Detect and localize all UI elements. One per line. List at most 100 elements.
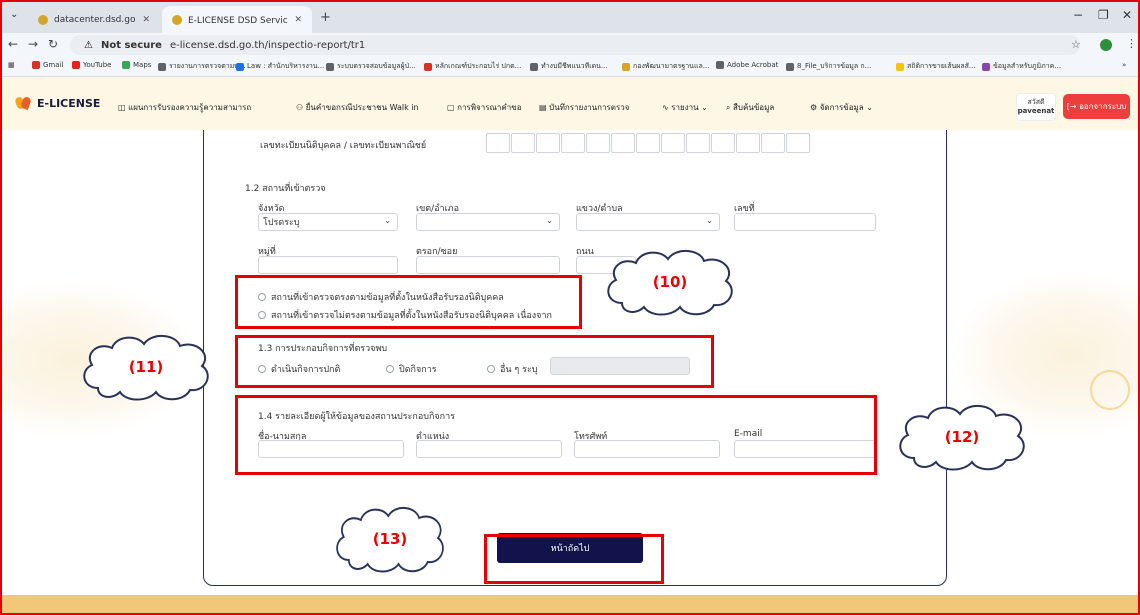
logout-icon: [→ [1066, 102, 1080, 111]
bookmark-star-icon[interactable]: ☆ [1071, 38, 1081, 51]
reg-digit-box[interactable] [786, 133, 810, 153]
browser-tab-datacenter[interactable]: datacenter.dsd.go.th | ✕ [28, 6, 160, 33]
chevron-down-icon: ⌄ [706, 216, 713, 225]
menu-reports[interactable]: ∿ รายงาน ⌄ [662, 101, 708, 114]
menu-walk-in[interactable]: ⚇ ยื่นคำขอกรณีประชาชน Walk in [296, 101, 419, 114]
reg-digit-box[interactable] [761, 133, 785, 153]
bookmark-icon [622, 62, 630, 71]
browser-menu-icon[interactable]: ⋮ [1126, 37, 1137, 50]
province-select[interactable]: โปรดระบุ ⌄ [258, 213, 398, 231]
reg-digit-box[interactable] [611, 133, 635, 153]
logout-button[interactable]: [→ ออกจากระบบ [1063, 94, 1130, 119]
bookmark-icon [982, 62, 990, 71]
moo-input[interactable] [258, 256, 398, 274]
bookmark-item[interactable]: รายงานการตรวจตามพ... [158, 61, 246, 72]
app-nav-bar: E-LICENSE ◫ แผนการรับรองความรู้ความสามาร… [0, 77, 1140, 130]
bookmark-adobe[interactable]: Adobe Acrobat [716, 61, 778, 69]
callout-cloud-10: (10) [600, 245, 740, 319]
callout-cloud-11: (11) [76, 330, 216, 404]
bookmark-item[interactable]: สถิติการขายเส้นผลสั... [896, 61, 976, 72]
main-content: เลขทะเบียนนิติบุคคล / เลขทะเบียนพาณิชย์ … [0, 130, 1140, 615]
gmail-icon [32, 61, 40, 69]
globe-icon [786, 62, 794, 71]
not-secure-label: Not secure [100, 39, 162, 51]
bookmark-item[interactable]: Law : สำนักบริหารงาน... [236, 61, 324, 72]
profile-avatar[interactable] [1100, 39, 1112, 51]
tab-title: E-LICENSE DSD Service - ระบบใ [188, 15, 288, 26]
user-name: paveenat [1017, 107, 1055, 115]
maximize-icon[interactable]: ❐ [1098, 8, 1109, 22]
highlight-box-12 [235, 395, 877, 475]
menu-consider[interactable]: ▢ การพิจารณาคำขอ [447, 101, 522, 114]
reg-digit-box[interactable] [711, 133, 735, 153]
subdistrict-select[interactable]: ⌄ [576, 213, 720, 231]
user-badge[interactable]: สวัสดี paveenat [1016, 93, 1056, 121]
reload-icon[interactable]: ↻ [48, 37, 58, 51]
chevron-down-icon: ⌄ [384, 216, 391, 225]
bookmark-icon [424, 62, 432, 71]
callout-label: (10) [652, 273, 688, 291]
address-bar-row: ← → ↻ ⚠ Not secure e-license.dsd.go.th/i… [0, 33, 1140, 57]
browser-tab-elicense[interactable]: E-LICENSE DSD Service - ระบบใ ✕ [162, 6, 312, 33]
number-input[interactable] [734, 213, 876, 231]
tab-search-icon[interactable]: ⌄ [10, 9, 18, 20]
bookmark-item[interactable]: ทำงบมีชีพแนวทีเดน... [530, 61, 608, 72]
soi-input[interactable] [416, 256, 560, 274]
close-window-icon[interactable]: ✕ [1122, 8, 1132, 22]
bookmark-item[interactable]: 8_File_บริการข้อมูล ก... [786, 61, 871, 72]
reg-digit-box[interactable] [561, 133, 585, 153]
bookmark-icon [896, 62, 904, 71]
user-greeting: สวัสดี [1027, 98, 1045, 106]
highlight-box-11 [235, 335, 714, 388]
new-tab-button[interactable]: + [320, 10, 331, 25]
menu-manage-data[interactable]: ⚙ จัดการข้อมูล ⌄ [810, 101, 873, 114]
document-icon: ▤ [539, 103, 550, 112]
globe-icon [530, 62, 538, 71]
user-plus-icon: ⚇ [296, 103, 306, 112]
reg-digit-box[interactable] [636, 133, 660, 153]
warning-icon: ⚠ [84, 39, 93, 51]
bookmark-item[interactable]: ระบบตรวจสอบข้อมูลผู้ป่... [326, 61, 416, 72]
favicon-icon [172, 14, 182, 25]
bookmark-youtube[interactable]: YouTube [72, 61, 111, 69]
bookmark-item[interactable]: กองพัฒนามาตรฐานแล... [622, 61, 709, 72]
forward-icon[interactable]: → [28, 37, 38, 51]
globe-icon [716, 61, 724, 69]
highlight-box-10 [235, 275, 582, 329]
close-tab-icon[interactable]: ✕ [142, 15, 150, 25]
reg-digit-box[interactable] [511, 133, 535, 153]
app-logo[interactable]: E-LICENSE [14, 95, 101, 111]
bookmark-item[interactable]: หลักเกณฑ์ประกอบไร่ ปกต... [424, 61, 521, 72]
minimize-icon[interactable]: − [1073, 8, 1083, 22]
reg-digit-box[interactable] [736, 133, 760, 153]
menu-plan[interactable]: ◫ แผนการรับรองความรู้ความสามารถ [118, 101, 251, 114]
reg-digit-box[interactable] [486, 133, 510, 153]
maps-icon [122, 61, 130, 69]
close-tab-icon[interactable]: ✕ [294, 15, 302, 25]
back-icon[interactable]: ← [8, 37, 18, 51]
book-icon: ◫ [118, 103, 129, 112]
globe-icon [158, 62, 166, 71]
bookmarks-overflow-button[interactable]: » [1122, 61, 1126, 69]
apps-grid-icon[interactable]: ▦ [8, 61, 15, 69]
reg-digit-box[interactable] [686, 133, 710, 153]
menu-search[interactable]: ⌕ สืบค้นข้อมูล [726, 101, 774, 114]
brand-name: E-LICENSE [37, 96, 101, 110]
section-1-2-title: 1.2 สถานที่เข้าตรวจ [245, 184, 326, 194]
watermark-ring [1090, 370, 1130, 410]
highlight-box-13 [484, 534, 664, 584]
reg-digit-box[interactable] [586, 133, 610, 153]
bookmark-gmail[interactable]: Gmail [32, 61, 63, 69]
url-field[interactable]: ⚠ Not secure e-license.dsd.go.th/inspect… [70, 35, 1080, 55]
bookmark-item[interactable]: ข้อมูลสำหรับภูมิภาค... [982, 61, 1061, 72]
district-select[interactable]: ⌄ [416, 213, 560, 231]
bookmarks-bar: ▦ Gmail YouTube Maps รายงานการตรวจตามพ..… [0, 57, 1140, 77]
reg-digit-box[interactable] [661, 133, 685, 153]
tab-title: datacenter.dsd.go.th | [54, 14, 136, 25]
bookmark-maps[interactable]: Maps [122, 61, 151, 69]
callout-cloud-12: (12) [892, 400, 1032, 474]
callout-label: (11) [128, 358, 164, 376]
reg-digit-box[interactable] [536, 133, 560, 153]
menu-record-report[interactable]: ▤ บันทึกรายงานการตรวจ [539, 101, 629, 114]
url-text: e-license.dsd.go.th/inspectio-report/tr1 [169, 39, 366, 51]
